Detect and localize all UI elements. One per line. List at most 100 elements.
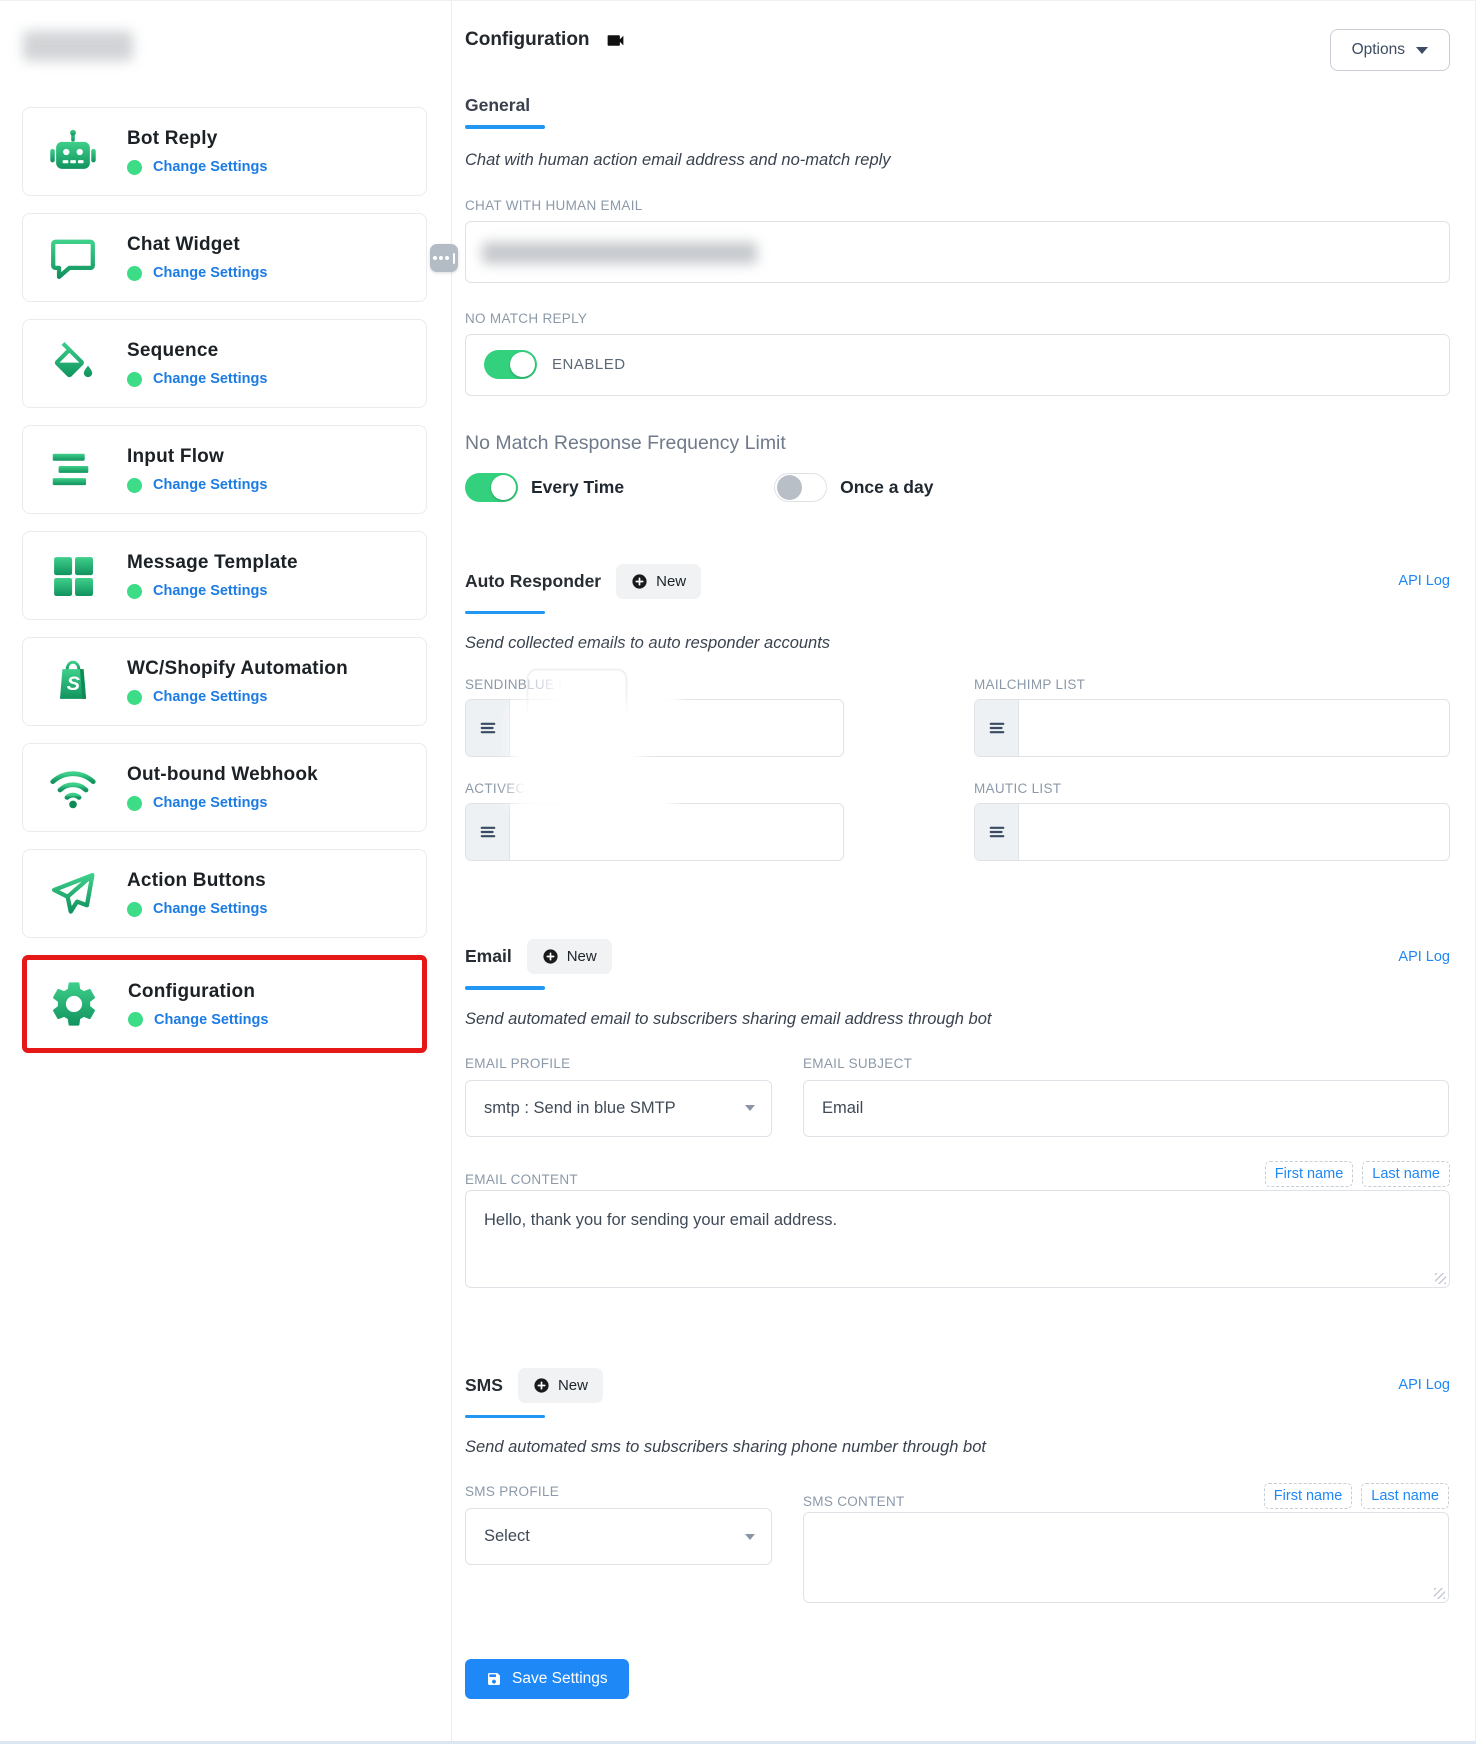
shopify-bag-icon: S <box>45 654 101 710</box>
redacted-site-title <box>23 31 133 61</box>
auto-responder-api-log-link[interactable]: API Log <box>1398 573 1450 589</box>
status-dot <box>127 372 142 387</box>
change-settings-link[interactable]: Change Settings <box>154 1012 268 1028</box>
resize-grip-icon[interactable] <box>1434 1588 1445 1599</box>
change-settings-link[interactable]: Change Settings <box>153 159 267 175</box>
email-content-block: EMAIL CONTENT First name Last name Hello… <box>465 1161 1450 1288</box>
chevron-down-icon <box>1416 47 1428 54</box>
wifi-icon <box>45 760 101 816</box>
no-match-reply-state: ENABLED <box>552 356 626 373</box>
email-profile-select[interactable]: smtp : Send in blue SMTP <box>465 1080 772 1137</box>
no-match-reply-field: ENABLED <box>465 334 1450 396</box>
redaction-blur <box>560 782 675 817</box>
mailchimp-list-input[interactable] <box>1019 700 1449 756</box>
change-settings-link[interactable]: Change Settings <box>153 901 267 917</box>
sms-profile-select[interactable]: Select <box>465 1508 772 1565</box>
sidebar-item-bot-reply[interactable]: Bot Reply Change Settings <box>22 107 427 196</box>
general-heading: General <box>465 95 1450 116</box>
configuration-panel: Configuration Options General Chat with … <box>452 1 1476 1741</box>
list-addon <box>975 804 1019 860</box>
sms-description: Send automated sms to subscribers sharin… <box>465 1438 1450 1457</box>
mailchimp-list-field: MAILCHIMP LIST <box>974 677 1450 757</box>
once-a-day-toggle[interactable] <box>774 473 827 502</box>
sidebar-item-text: Chat Widget Change Settings <box>127 234 267 281</box>
gear-icon <box>46 976 102 1032</box>
email-profile-field: EMAIL PROFILE smtp : Send in blue SMTP <box>465 1055 772 1137</box>
sms-fields-row: SMS PROFILE Select SMS CONTENT First nam… <box>465 1483 1450 1603</box>
change-settings-link[interactable]: Change Settings <box>153 265 267 281</box>
email-profile-value: smtp : Send in blue SMTP <box>484 1099 676 1118</box>
auto-responder-heading: Auto Responder <box>465 571 601 592</box>
email-fields-row: EMAIL PROFILE smtp : Send in blue SMTP E… <box>465 1055 1450 1137</box>
hamburger-icon <box>478 822 498 842</box>
list-addon <box>466 700 510 756</box>
mautic-list-input[interactable] <box>1019 804 1449 860</box>
email-subject-input[interactable] <box>804 1081 1448 1136</box>
save-settings-button[interactable]: Save Settings <box>465 1659 629 1699</box>
last-name-chip[interactable]: Last name <box>1362 1161 1450 1187</box>
status-dot <box>127 584 142 599</box>
hamburger-icon <box>987 718 1007 738</box>
resize-grip-icon[interactable] <box>1435 1273 1446 1284</box>
sidebar-item-text: Out-bound Webhook Change Settings <box>127 764 318 811</box>
hamburger-icon <box>987 822 1007 842</box>
last-name-chip[interactable]: Last name <box>1361 1483 1449 1509</box>
mautic-list-label: MAUTIC LIST <box>974 781 1450 796</box>
sms-heading: SMS <box>465 1375 503 1396</box>
page-title: Configuration <box>465 29 590 51</box>
email-subject-label: EMAIL SUBJECT <box>803 1056 912 1071</box>
options-button[interactable]: Options <box>1330 29 1450 71</box>
sidebar-item-text: Message Template Change Settings <box>127 552 298 599</box>
sms-content-field: SMS CONTENT First name Last name <box>803 1483 1449 1603</box>
sidebar-item-label: Input Flow <box>127 446 267 468</box>
every-time-toggle[interactable] <box>465 473 518 502</box>
no-match-reply-toggle[interactable] <box>484 350 537 379</box>
save-floppy-icon <box>486 1671 502 1687</box>
auto-responder-new-button[interactable]: New <box>616 564 701 599</box>
sidebar-item-outbound-webhook[interactable]: Out-bound Webhook Change Settings <box>22 743 427 832</box>
status-dot <box>127 796 142 811</box>
sms-new-button[interactable]: New <box>518 1368 603 1403</box>
change-settings-link[interactable]: Change Settings <box>153 689 267 705</box>
change-settings-link[interactable]: Change Settings <box>153 371 267 387</box>
sms-api-log-link[interactable]: API Log <box>1398 1377 1450 1393</box>
sidebar-item-text: Input Flow Change Settings <box>127 446 267 493</box>
robot-icon <box>45 124 101 180</box>
change-settings-link[interactable]: Change Settings <box>153 583 267 599</box>
first-name-chip[interactable]: First name <box>1265 1161 1354 1187</box>
change-settings-link[interactable]: Change Settings <box>153 795 267 811</box>
sidebar-item-chat-widget[interactable]: Chat Widget Change Settings <box>22 213 427 302</box>
activecampaign-list-input[interactable] <box>510 804 843 860</box>
first-name-chip[interactable]: First name <box>1264 1483 1353 1509</box>
general-description: Chat with human action email address and… <box>465 151 1450 170</box>
hamburger-icon <box>478 718 498 738</box>
chat-widget-drag-handle-icon[interactable] <box>430 244 458 272</box>
plus-circle-icon <box>533 1377 550 1394</box>
sms-content-textarea[interactable] <box>804 1513 1448 1602</box>
sidebar-item-message-template[interactable]: Message Template Change Settings <box>22 531 427 620</box>
status-dot <box>127 478 142 493</box>
email-new-button[interactable]: New <box>527 939 612 974</box>
frequency-heading: No Match Response Frequency Limit <box>465 432 1450 455</box>
sidebar-item-label: Configuration <box>128 981 268 1003</box>
sms-profile-field: SMS PROFILE Select <box>465 1483 772 1603</box>
email-content-textarea[interactable]: Hello, thank you for sending your email … <box>466 1191 1449 1287</box>
plus-circle-icon <box>542 948 559 965</box>
no-match-reply-label: NO MATCH REPLY <box>465 311 1450 326</box>
sidebar-item-input-flow[interactable]: Input Flow Change Settings <box>22 425 427 514</box>
sidebar-item-label: Sequence <box>127 340 267 362</box>
new-label: New <box>656 573 686 590</box>
email-content-label: EMAIL CONTENT <box>465 1172 578 1187</box>
sidebar-item-sequence[interactable]: Sequence Change Settings <box>22 319 427 408</box>
paint-bucket-icon <box>45 336 101 392</box>
list-addon <box>975 700 1019 756</box>
sidebar-item-configuration-active[interactable]: Configuration Change Settings <box>22 955 427 1053</box>
email-api-log-link[interactable]: API Log <box>1398 949 1450 965</box>
sidebar-card-list: Bot Reply Change Settings Chat Widget Ch… <box>0 107 451 1053</box>
sidebar-item-wc-shopify-automation[interactable]: S WC/Shopify Automation Change Settings <box>22 637 427 726</box>
auto-responder-grid: SENDINBLUE LIST MAILCHIMP LIST <box>465 677 1450 861</box>
sms-profile-value: Select <box>484 1527 530 1546</box>
sidebar-item-label: Bot Reply <box>127 128 267 150</box>
change-settings-link[interactable]: Change Settings <box>153 477 267 493</box>
sidebar-item-action-buttons[interactable]: Action Buttons Change Settings <box>22 849 427 938</box>
